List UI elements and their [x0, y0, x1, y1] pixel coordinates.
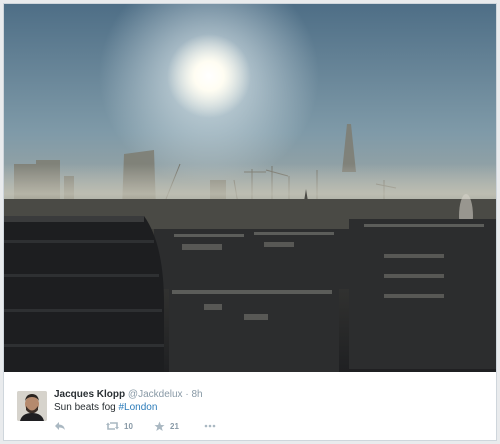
tweet-text-prefix: Sun beats fog: [54, 402, 116, 413]
retweet-button[interactable]: 10: [106, 419, 133, 433]
tweet-text: Sun beats fog #London: [54, 402, 157, 414]
star-icon: [154, 421, 165, 431]
tweet-body: Jacques Klopp @Jackdelux · 8h Sun beats …: [4, 372, 496, 440]
more-icon: [204, 424, 216, 428]
reply-icon: [55, 422, 65, 430]
retweet-count: 10: [124, 421, 133, 431]
tweet-actions: 10 21: [50, 419, 250, 433]
separator-dot: ·: [185, 389, 189, 400]
favorite-button[interactable]: 21: [154, 419, 179, 433]
tweet-photo[interactable]: [4, 4, 496, 372]
avatar-image: [17, 391, 47, 421]
hashtag-link[interactable]: #London: [119, 402, 158, 413]
author-name[interactable]: Jacques Klopp: [54, 389, 125, 400]
retweet-icon: [106, 422, 119, 430]
author-handle[interactable]: @Jackdelux: [128, 389, 183, 400]
more-button[interactable]: [204, 419, 216, 433]
tweet-header: Jacques Klopp @Jackdelux · 8h: [54, 389, 203, 401]
avatar[interactable]: [17, 391, 47, 421]
reply-button[interactable]: [54, 419, 66, 433]
tweet-card: Jacques Klopp @Jackdelux · 8h Sun beats …: [3, 3, 497, 441]
tweet-timestamp[interactable]: 8h: [191, 389, 202, 400]
favorite-count: 21: [170, 421, 179, 431]
